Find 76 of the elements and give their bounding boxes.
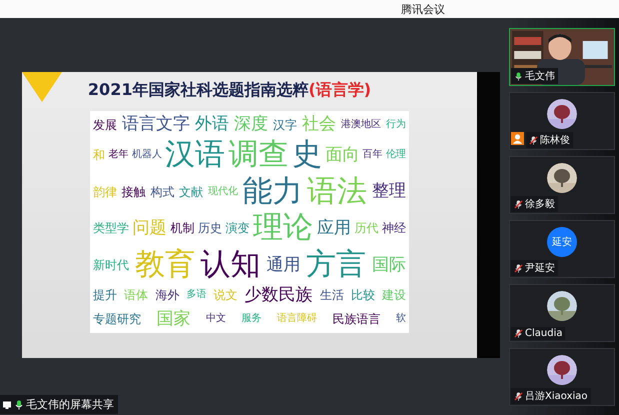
cloud-word: 语法 — [307, 176, 368, 207]
triangle-decoration — [22, 72, 62, 102]
cloud-word: 机器人 — [132, 150, 162, 160]
participant-tile[interactable]: 吕游Xiaoxiao — [509, 348, 615, 406]
cloud-word: 国际 — [372, 256, 406, 274]
cloud-word: 建设 — [382, 289, 406, 302]
cloud-word: 说文 — [214, 289, 238, 302]
participant-name: Claudia — [525, 328, 562, 339]
cloud-word: 应用 — [316, 220, 351, 237]
cloud-word: 汉字 — [273, 118, 297, 131]
cloud-word: 软 — [396, 314, 406, 324]
cloud-word: 国家 — [156, 310, 190, 328]
cloud-word: 认知 — [200, 250, 261, 280]
cloud-word: 语言文字 — [122, 116, 190, 134]
cloud-word: 提升 — [93, 289, 117, 302]
cloud-word: 文献 — [179, 186, 204, 198]
cloud-word: 生活 — [320, 289, 344, 302]
cloud-word: 少数民族 — [244, 286, 313, 304]
participant-name: 毛文伟 — [525, 70, 555, 83]
cloud-word: 港澳地区 — [341, 120, 381, 130]
cloud-word: 深度 — [234, 116, 268, 134]
cloud-word: 比较 — [350, 289, 375, 302]
cloud-word: 现代化 — [208, 186, 238, 197]
cloud-word: 调查 — [228, 140, 288, 170]
cloud-word: 机制 — [170, 222, 194, 234]
cloud-word: 面向 — [325, 146, 360, 164]
cloud-word: 行为 — [386, 120, 406, 130]
cloud-word: 韵律 — [93, 186, 117, 198]
cloud-word: 伦理 — [386, 150, 406, 160]
participant-name: 尹延安 — [525, 262, 555, 275]
participant-name: 吕游Xiaoxiao — [525, 390, 588, 403]
cloud-word: 专题研究 — [93, 313, 141, 326]
cloud-word: 中文 — [206, 314, 226, 324]
cloud-word: 神经 — [382, 222, 406, 234]
cloud-word: 老年 — [108, 150, 128, 160]
cloud-word: 能力 — [242, 176, 303, 207]
cloud-word: 海外 — [155, 289, 180, 302]
cloud-word: 服务 — [242, 314, 262, 324]
cloud-word: 史 — [292, 140, 322, 170]
participant-name: 陈林俊 — [540, 134, 570, 147]
cloud-word: 多语 — [186, 290, 206, 300]
avatar: 延安 — [547, 227, 577, 257]
share-label-text: 毛文伟的屏幕共享 — [26, 397, 114, 412]
cloud-word: 汉语 — [165, 140, 226, 170]
participant-tile[interactable]: 延安 尹延安 — [509, 220, 615, 278]
participant-tile[interactable]: 毛文伟 — [509, 28, 615, 86]
cloud-word: 通用 — [266, 256, 300, 274]
cloud-word: 方言 — [306, 250, 366, 280]
cloud-word: 语言障碍 — [277, 314, 317, 324]
cloud-word: 问题 — [132, 220, 167, 237]
cloud-word: 构式 — [150, 186, 174, 198]
cloud-word: 整理 — [372, 183, 406, 200]
cloud-word: 历史 — [198, 222, 222, 234]
cloud-word: 发展 — [93, 118, 117, 131]
participant-tile[interactable]: 陈林俊 — [509, 92, 615, 150]
participant-tile[interactable]: 徐多毅 — [509, 156, 615, 214]
participant-tile[interactable]: Claudia — [509, 284, 615, 342]
microphone-icon — [14, 400, 24, 410]
participant-name: 徐多毅 — [525, 198, 555, 211]
slide-title-suffix: (语言学) — [308, 80, 372, 101]
cloud-word: 接触 — [122, 186, 146, 198]
cloud-word: 新时代 — [93, 259, 129, 272]
screen-icon — [2, 400, 12, 410]
cloud-word: 类型学 — [93, 222, 129, 234]
cloud-word: 外语 — [195, 116, 229, 134]
cloud-word: 教育 — [134, 250, 195, 280]
cloud-word: 百年 — [362, 150, 383, 160]
cloud-word: 社会 — [302, 116, 336, 134]
cloud-word: 和 — [93, 149, 105, 162]
cloud-word: 演变 — [226, 222, 250, 234]
cloud-word: 理论 — [253, 213, 314, 244]
slide-title: 2021年国家社科选题指南选粹 — [88, 80, 308, 101]
cloud-word: 语体 — [124, 289, 148, 302]
cloud-word: 历代 — [354, 222, 378, 234]
window-title: 腾讯会议 — [401, 2, 445, 16]
cloud-word: 民族语言 — [332, 313, 380, 326]
